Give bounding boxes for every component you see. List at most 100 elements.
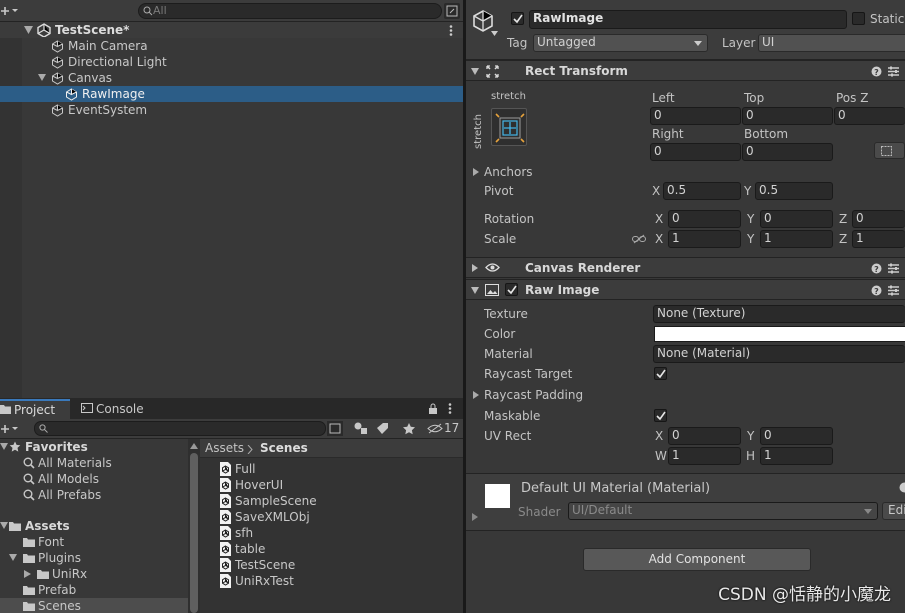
scale-x-input[interactable]: 1	[668, 230, 741, 248]
color-swatch[interactable]	[654, 326, 905, 342]
folder-unirx[interactable]: UniRx	[0, 566, 188, 582]
chevron-right-icon[interactable]	[473, 391, 479, 399]
posz-input[interactable]: 0	[834, 107, 905, 125]
folder-plugins[interactable]: Plugins	[0, 550, 188, 566]
chevron-right-icon[interactable]	[472, 264, 478, 272]
favorite-all-models[interactable]: All Models	[0, 471, 188, 487]
file-item[interactable]: sfh	[200, 525, 463, 541]
chevron-down-icon[interactable]	[9, 554, 17, 561]
canvas-renderer-header[interactable]: Canvas Renderer ?	[466, 257, 905, 278]
chevron-down-icon[interactable]	[38, 74, 46, 81]
scale-z-input[interactable]: 1	[852, 230, 905, 248]
file-item[interactable]: UniRxTest	[200, 573, 463, 589]
pivot-y-input[interactable]: 0.5	[755, 182, 833, 200]
tab-project[interactable]: Project	[0, 399, 70, 419]
favorites-row[interactable]: Favorites	[0, 439, 188, 455]
file-item[interactable]: table	[200, 541, 463, 557]
hierarchy-item-main-camera[interactable]: Main Camera	[0, 38, 463, 54]
assets-row[interactable]: Assets	[0, 518, 188, 534]
breadcrumb-assets[interactable]: Assets	[205, 441, 244, 455]
help-icon[interactable]: ?	[871, 263, 882, 274]
static-checkbox[interactable]	[852, 12, 865, 25]
folder-scenes[interactable]: Scenes	[0, 598, 188, 613]
file-item[interactable]: SaveXMLObj	[200, 509, 463, 525]
chevron-right-icon[interactable]	[24, 570, 31, 578]
search-in-scene-icon[interactable]	[327, 421, 343, 436]
raw-image-header[interactable]: Raw Image ?	[466, 279, 905, 300]
add-menu-icon[interactable]	[0, 3, 22, 19]
chevron-right-icon[interactable]	[473, 168, 479, 176]
object-name-input[interactable]: RawImage	[529, 10, 847, 29]
file-item[interactable]: HoverUI	[200, 477, 463, 493]
right-input[interactable]: 0	[650, 143, 741, 161]
favorite-all-prefabs[interactable]: All Prefabs	[0, 487, 188, 503]
kebab-menu-icon[interactable]	[449, 25, 453, 36]
hierarchy-item-directional-light[interactable]: Directional Light	[0, 54, 463, 70]
blueprint-mode-button[interactable]	[874, 142, 905, 159]
edit-shader-button[interactable]: Edi	[882, 502, 905, 520]
project-add-icon[interactable]	[0, 421, 22, 437]
folder-font[interactable]: Font	[0, 534, 188, 550]
rect-transform-header[interactable]: Rect Transform ?	[466, 60, 905, 81]
help-icon[interactable]: ?	[871, 285, 882, 296]
tag-dropdown[interactable]: Untagged	[533, 34, 708, 52]
hierarchy-item-rawimage[interactable]: RawImage	[0, 86, 463, 102]
texture-field[interactable]: None (Texture)	[653, 305, 905, 323]
raw-image-enabled-checkbox[interactable]	[505, 283, 518, 296]
uv-y-input[interactable]: 0	[760, 427, 833, 445]
uv-x-input[interactable]: 0	[668, 427, 741, 445]
presets-icon[interactable]	[888, 263, 899, 274]
left-input[interactable]: 0	[650, 107, 741, 125]
scale-y-input[interactable]: 1	[760, 230, 833, 248]
presets-icon[interactable]	[888, 285, 899, 296]
presets-icon[interactable]	[888, 66, 899, 77]
tree-scrollbar[interactable]	[188, 439, 200, 613]
scrollbar-thumb[interactable]	[190, 453, 198, 613]
help-icon[interactable]	[899, 482, 905, 493]
rotation-y-input[interactable]: 0	[760, 210, 833, 228]
chevron-down-icon[interactable]	[24, 26, 33, 34]
chevron-down-icon[interactable]	[0, 443, 8, 450]
chevron-down-icon[interactable]	[471, 287, 479, 294]
scroll-up-icon[interactable]	[190, 443, 198, 449]
maskable-checkbox[interactable]	[654, 409, 667, 422]
file-item[interactable]: TestScene	[200, 557, 463, 573]
kebab-menu-icon[interactable]	[448, 403, 452, 414]
project-search-input[interactable]	[34, 421, 326, 436]
chevron-down-icon[interactable]	[0, 522, 8, 529]
favorite-star-icon[interactable]	[402, 422, 416, 435]
rotation-z-input[interactable]: 0	[852, 210, 905, 228]
hidden-packages-toggle[interactable]: 17	[426, 420, 462, 437]
layer-dropdown[interactable]: UI	[758, 34, 905, 52]
file-item[interactable]: Full	[200, 461, 463, 477]
hierarchy-search-input[interactable]: All	[138, 3, 442, 19]
active-toggle-checkbox[interactable]	[511, 12, 524, 25]
filter-by-type-icon[interactable]	[353, 421, 369, 436]
hierarchy-item-eventsystem[interactable]: EventSystem	[0, 102, 463, 118]
raycast-target-checkbox[interactable]	[654, 367, 667, 380]
material-field[interactable]: None (Material)	[653, 345, 905, 363]
scene-visibility-icon[interactable]	[444, 3, 460, 19]
favorite-all-materials[interactable]: All Materials	[0, 455, 188, 471]
scene-row[interactable]: TestScene*	[0, 22, 463, 38]
uv-h-input[interactable]: 1	[760, 447, 833, 465]
icon-dropdown-arrow[interactable]	[491, 31, 498, 36]
chevron-right-icon[interactable]	[472, 513, 478, 521]
rotation-x-input[interactable]: 0	[668, 210, 741, 228]
folder-prefab[interactable]: Prefab	[0, 582, 188, 598]
top-input[interactable]: 0	[742, 107, 833, 125]
file-item[interactable]: SampleScene	[200, 493, 463, 509]
lock-icon[interactable]	[428, 403, 438, 414]
help-icon[interactable]: ?	[871, 66, 882, 77]
shader-dropdown[interactable]: UI/Default	[568, 502, 878, 520]
constrain-proportions-icon[interactable]	[632, 234, 646, 244]
tab-console[interactable]: Console	[72, 399, 152, 419]
filter-by-label-icon[interactable]	[376, 422, 390, 435]
chevron-down-icon[interactable]	[471, 68, 479, 75]
uv-w-input[interactable]: 1	[668, 447, 741, 465]
add-component-button[interactable]: Add Component	[583, 548, 811, 571]
hierarchy-item-canvas[interactable]: Canvas	[0, 70, 463, 86]
pivot-x-input[interactable]: 0.5	[663, 182, 741, 200]
anchor-presets-button[interactable]	[491, 108, 527, 146]
breadcrumb-scenes[interactable]: Scenes	[260, 441, 308, 455]
